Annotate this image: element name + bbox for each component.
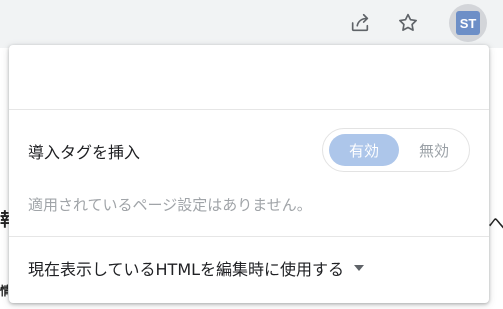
background-text-fragment: 情: [0, 284, 8, 298]
caret-down-icon: [354, 265, 365, 271]
insert-tag-label: 導入タグを挿入: [28, 143, 141, 162]
toggle-enabled-option[interactable]: 有効: [329, 134, 399, 166]
browser-toolbar: ST: [0, 0, 503, 48]
extension-popup: 導入タグを挿入 有効 無効 適用されているページ設定はありません。 現在表示して…: [9, 45, 489, 303]
share-icon: [351, 13, 369, 32]
extension-button[interactable]: ST: [449, 4, 487, 42]
avatar: ST: [456, 11, 480, 35]
mode-dropdown-label: 現在表示しているHTMLを編集時に使用する: [28, 260, 345, 279]
bookmark-star-button[interactable]: [395, 10, 421, 36]
divider: [9, 236, 489, 237]
mode-dropdown[interactable]: 現在表示しているHTMLを編集時に使用する: [28, 257, 365, 279]
star-icon: [399, 13, 417, 31]
insert-tag-toggle[interactable]: 有効 無効: [322, 128, 470, 172]
share-button[interactable]: [347, 10, 373, 36]
background-text-fragment: へ: [488, 214, 503, 235]
popup-header: [9, 45, 489, 109]
toggle-disabled-option[interactable]: 無効: [403, 134, 465, 166]
status-message: 適用されているページ設定はありません。: [28, 196, 312, 214]
divider: [9, 109, 489, 110]
